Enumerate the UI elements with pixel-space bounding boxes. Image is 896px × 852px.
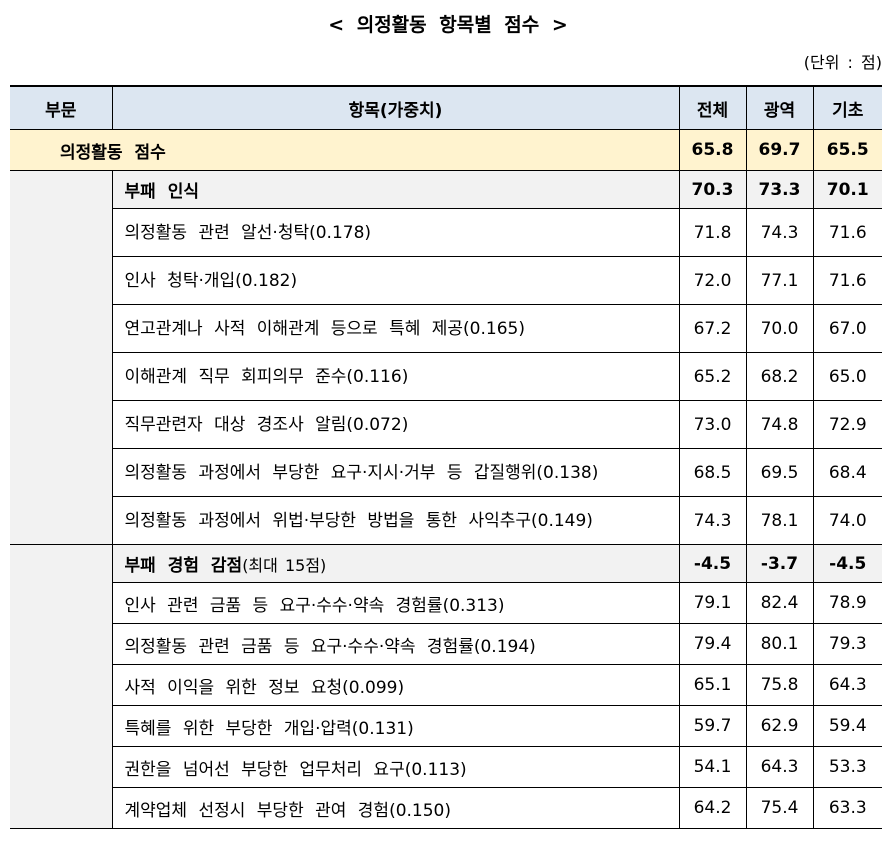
item-basic: 64.3: [812, 664, 882, 706]
item-regional: 62.9: [745, 705, 814, 747]
item-basic: 67.0: [812, 304, 882, 353]
item-all: 65.2: [678, 352, 747, 401]
table-row: 특혜를 위한 부당한 개입·압력(0.131) 59.7 62.9 59.4: [10, 705, 882, 747]
table-row: 계약업체 선정시 부당한 관여 경험(0.150) 64.2 75.4 63.3: [10, 787, 882, 829]
item-label: 의정활동 관련 금품 등 요구·수수·약속 경험률(0.194): [111, 623, 680, 665]
score-table: 부문 항목(가중치) 전체 광역 기초 의정활동 점수 65.8 69.7 65…: [10, 85, 882, 829]
table-row: 권한을 넘어선 부당한 업무처리 요구(0.113) 54.1 64.3 53.…: [10, 746, 882, 788]
table-row: 의정활동 과정에서 부당한 요구·지시·거부 등 갑질행위(0.138) 68.…: [10, 448, 882, 497]
item-all: 71.8: [678, 208, 747, 257]
table-row: 사적 이익을 위한 정보 요청(0.099) 65.1 75.8 64.3: [10, 664, 882, 706]
item-basic: 78.9: [812, 582, 882, 624]
section-row: 부패 인식 70.3 73.3 70.1: [10, 170, 882, 545]
item-all: 59.7: [678, 705, 747, 747]
table-row: 의정활동 관련 알선·청탁(0.178) 71.8 74.3 71.6: [10, 208, 882, 257]
section-basic: 70.1: [812, 170, 882, 209]
item-basic: 71.6: [812, 256, 882, 305]
total-score-all: 65.8: [678, 129, 747, 171]
item-basic: 53.3: [812, 746, 882, 788]
item-regional: 82.4: [745, 582, 814, 624]
table-row: 연고관계나 사적 이해관계 등으로 특혜 제공(0.165) 67.2 70.0…: [10, 304, 882, 353]
header-item: 항목(가중치): [111, 85, 680, 130]
section-basic: -4.5: [812, 544, 882, 583]
item-label: 의정활동 과정에서 부당한 요구·지시·거부 등 갑질행위(0.138): [111, 448, 680, 497]
total-score-basic: 65.5: [812, 129, 882, 171]
item-all: 68.5: [678, 448, 747, 497]
item-basic: 59.4: [812, 705, 882, 747]
item-all: 73.0: [678, 400, 747, 449]
section-label: 부패 인식: [111, 170, 680, 209]
section-note: (최대 15점): [242, 556, 327, 575]
header-row: 부문 항목(가중치) 전체 광역 기초: [10, 85, 882, 130]
item-all: 74.3: [678, 496, 747, 545]
item-basic: 72.9: [812, 400, 882, 449]
section-category-cell: [10, 544, 113, 829]
section-regional: -3.7: [745, 544, 814, 583]
table-row: 인사 관련 금품 등 요구·수수·약속 경험률(0.313) 79.1 82.4…: [10, 582, 882, 624]
table-row: 이해관계 직무 회피의무 준수(0.116) 65.2 68.2 65.0: [10, 352, 882, 401]
header-all: 전체: [678, 85, 747, 130]
item-label: 사적 이익을 위한 정보 요청(0.099): [111, 664, 680, 706]
item-regional: 70.0: [745, 304, 814, 353]
total-score-row: 의정활동 점수 65.8 69.7 65.5: [10, 129, 882, 171]
section-all: -4.5: [678, 544, 747, 583]
item-all: 72.0: [678, 256, 747, 305]
item-label: 이해관계 직무 회피의무 준수(0.116): [111, 352, 680, 401]
section-title: 부패 경험 감점: [124, 556, 243, 576]
item-label: 연고관계나 사적 이해관계 등으로 특혜 제공(0.165): [111, 304, 680, 353]
item-regional: 80.1: [745, 623, 814, 665]
item-regional: 75.4: [745, 787, 814, 829]
item-regional: 78.1: [745, 496, 814, 545]
section-category-cell: [10, 170, 113, 545]
item-all: 79.1: [678, 582, 747, 624]
item-basic: 63.3: [812, 787, 882, 829]
item-label: 특혜를 위한 부당한 개입·압력(0.131): [111, 705, 680, 747]
item-regional: 77.1: [745, 256, 814, 305]
item-label: 권한을 넘어선 부당한 업무처리 요구(0.113): [111, 746, 680, 788]
item-all: 79.4: [678, 623, 747, 665]
total-score-regional: 69.7: [745, 129, 814, 171]
item-label: 직무관련자 대상 경조사 알림(0.072): [111, 400, 680, 449]
item-all: 67.2: [678, 304, 747, 353]
section-label: 부패 경험 감점(최대 15점): [111, 544, 680, 583]
item-regional: 69.5: [745, 448, 814, 497]
table-title: < 의정활동 항목별 점수 >: [328, 14, 568, 36]
table-row: 의정활동 과정에서 위법·부당한 방법을 통한 사익추구(0.149) 74.3…: [10, 496, 882, 545]
item-all: 54.1: [678, 746, 747, 788]
item-basic: 68.4: [812, 448, 882, 497]
item-all: 64.2: [678, 787, 747, 829]
item-regional: 75.8: [745, 664, 814, 706]
header-regional: 광역: [745, 85, 814, 130]
section-title: 부패 인식: [124, 182, 199, 202]
item-regional: 64.3: [745, 746, 814, 788]
item-all: 65.1: [678, 664, 747, 706]
item-basic: 74.0: [812, 496, 882, 545]
item-basic: 65.0: [812, 352, 882, 401]
total-score-label: 의정활동 점수: [10, 129, 680, 171]
header-basic: 기초: [812, 85, 882, 130]
item-regional: 74.3: [745, 208, 814, 257]
table-row: 인사 청탁·개입(0.182) 72.0 77.1 71.6: [10, 256, 882, 305]
section-row: 부패 경험 감점(최대 15점) -4.5 -3.7 -4.5: [10, 544, 882, 829]
table-row: 의정활동 관련 금품 등 요구·수수·약속 경험률(0.194) 79.4 80…: [10, 623, 882, 665]
item-basic: 71.6: [812, 208, 882, 257]
item-label: 계약업체 선정시 부당한 관여 경험(0.150): [111, 787, 680, 829]
table-row: 직무관련자 대상 경조사 알림(0.072) 73.0 74.8 72.9: [10, 400, 882, 449]
item-label: 의정활동 관련 알선·청탁(0.178): [111, 208, 680, 257]
item-regional: 68.2: [745, 352, 814, 401]
item-regional: 74.8: [745, 400, 814, 449]
section-all: 70.3: [678, 170, 747, 209]
header-category: 부문: [10, 85, 113, 130]
section-regional: 73.3: [745, 170, 814, 209]
item-label: 의정활동 과정에서 위법·부당한 방법을 통한 사익추구(0.149): [111, 496, 680, 545]
item-label: 인사 청탁·개입(0.182): [111, 256, 680, 305]
item-label: 인사 관련 금품 등 요구·수수·약속 경험률(0.313): [111, 582, 680, 624]
item-basic: 79.3: [812, 623, 882, 665]
unit-note: (단위 : 점): [803, 53, 882, 72]
